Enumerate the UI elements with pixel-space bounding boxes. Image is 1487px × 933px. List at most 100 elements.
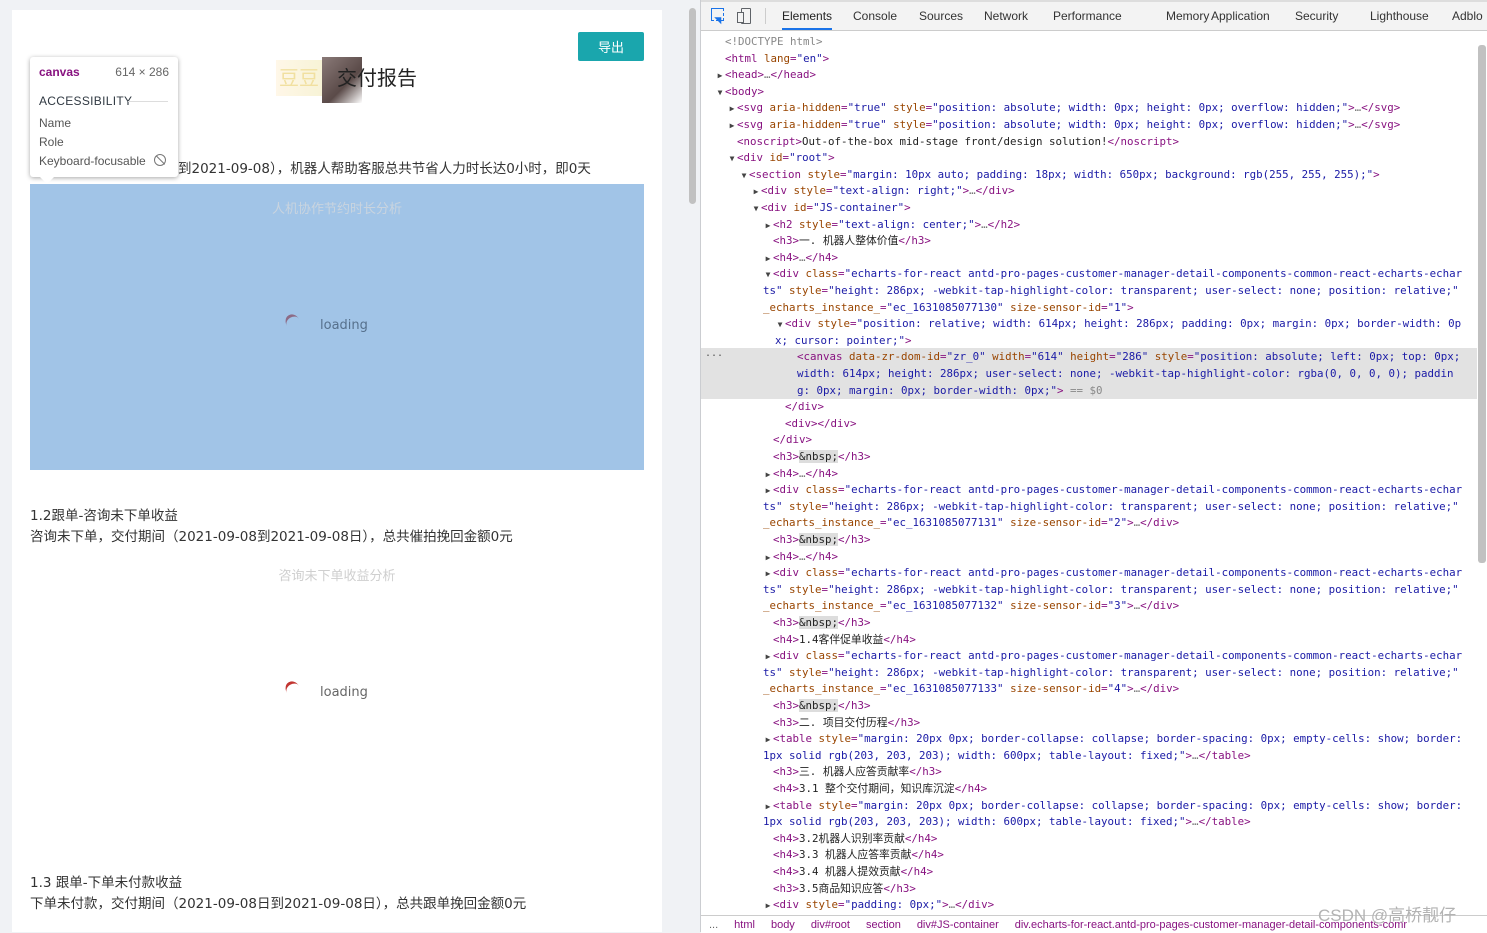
page-scrollbar[interactable] bbox=[689, 8, 696, 204]
tab-console[interactable]: Console bbox=[853, 2, 897, 30]
tab-performance[interactable]: Performance bbox=[1053, 2, 1122, 30]
dom-node[interactable]: <h4>1.4客伴促单收益</h4> bbox=[701, 631, 1477, 648]
dom-node-markup: <div class="echarts-for-react antd-pro-p… bbox=[773, 566, 1463, 579]
device-toolbar-icon[interactable] bbox=[737, 8, 753, 24]
breadcrumb-item[interactable]: section bbox=[858, 916, 909, 931]
dom-node-markup: _echarts_instance_="ec_1631085077130" si… bbox=[763, 301, 1134, 314]
dom-node[interactable]: <html lang="en"> bbox=[701, 50, 1477, 67]
dom-node[interactable]: <h4>3.4 机器人提效贡献</h4> bbox=[701, 863, 1477, 880]
dom-node[interactable]: ▼ <div id="JS-container"> bbox=[701, 199, 1477, 216]
dom-node[interactable]: ▼ <div class="echarts-for-react antd-pro-… bbox=[701, 265, 1477, 282]
dom-node[interactable]: <h3>3.5商品知识应答</h3> bbox=[701, 880, 1477, 897]
dom-node[interactable]: <h4>3.3 机器人应答率贡献</h4> bbox=[701, 846, 1477, 863]
expand-down-icon[interactable]: ▼ bbox=[775, 316, 785, 333]
chart-title: 人机协作节约时长分析 bbox=[271, 202, 402, 217]
dom-node[interactable]: ▶ <h4>…</h4> bbox=[701, 548, 1477, 565]
tab-lighthouse[interactable]: Lighthouse bbox=[1370, 2, 1429, 30]
dom-node[interactable]: _echarts_instance_="ec_1631085077131" si… bbox=[701, 514, 1477, 531]
dom-node[interactable]: ▶ <div class="echarts-for-react antd-pro-… bbox=[701, 564, 1477, 581]
expand-right-icon[interactable]: ▶ bbox=[763, 731, 773, 748]
dom-node[interactable]: <h3>&nbsp;</h3> bbox=[701, 448, 1477, 465]
tooltip-accessibility-heading: ACCESSIBILITY bbox=[39, 94, 133, 108]
dom-node[interactable]: </div> bbox=[701, 431, 1477, 448]
dom-node[interactable]: ▼ <section style="margin: 10px auto; padd… bbox=[701, 166, 1477, 183]
dom-node[interactable]: <h4>3.1 整个交付期间，知识库沉淀</h4> bbox=[701, 780, 1477, 797]
dom-node[interactable]: <div></div> bbox=[701, 415, 1477, 432]
dom-node[interactable]: x; cursor: pointer;"> bbox=[701, 332, 1477, 349]
dom-node[interactable]: ts" style="height: 286px; -webkit-tap-hi… bbox=[701, 664, 1477, 681]
chart-canvas[interactable]: 咨询未下单收益分析 loading bbox=[30, 551, 644, 837]
expand-right-icon[interactable]: ▶ bbox=[751, 183, 761, 200]
dom-node[interactable]: ▶ <table style="margin: 20px 0px; border-… bbox=[701, 797, 1477, 814]
dom-node-selected[interactable]: width: 614px; height: 286px; user-select… bbox=[701, 365, 1477, 382]
dom-node[interactable]: ts" style="height: 286px; -webkit-tap-hi… bbox=[701, 581, 1477, 598]
dom-node[interactable]: ▼ <div id="root"> bbox=[701, 149, 1477, 166]
dom-node[interactable]: ▼ <body> bbox=[701, 83, 1477, 100]
dom-node[interactable]: <h3>&nbsp;</h3> bbox=[701, 614, 1477, 631]
dom-node[interactable]: ▶ <h2 style="text-align: center;">…</h2> bbox=[701, 216, 1477, 233]
breadcrumb-item[interactable]: div#JS-container bbox=[909, 916, 1007, 931]
dom-node[interactable]: <h3>&nbsp;</h3> bbox=[701, 531, 1477, 548]
dom-node[interactable]: <h3>二. 项目交付历程</h3> bbox=[701, 714, 1477, 731]
expand-right-icon[interactable]: ▶ bbox=[763, 897, 773, 914]
dom-node-markup: <h2 style="text-align: center;">…</h2> bbox=[773, 218, 1021, 231]
expand-down-icon[interactable]: ▼ bbox=[763, 266, 773, 283]
expand-right-icon[interactable]: ▶ bbox=[727, 117, 737, 134]
dom-node[interactable]: _echarts_instance_="ec_1631085077132" si… bbox=[701, 597, 1477, 614]
dom-node[interactable]: <h3>&nbsp;</h3> bbox=[701, 697, 1477, 714]
dom-node[interactable]: <noscript>Out-of-the-box mid-stage front… bbox=[701, 133, 1477, 150]
expand-right-icon[interactable]: ▶ bbox=[763, 565, 773, 582]
expand-down-icon[interactable]: ▼ bbox=[727, 150, 737, 167]
dom-node[interactable]: ▶ <svg aria-hidden="true" style="position… bbox=[701, 99, 1477, 116]
elements-dom-tree[interactable]: <!DOCTYPE html> <html lang="en"> ▶ <head>…<… bbox=[701, 31, 1477, 915]
tab-application[interactable]: Application bbox=[1211, 2, 1270, 30]
dom-node[interactable]: 1px solid rgb(203, 203, 203); width: 600… bbox=[701, 813, 1477, 830]
dom-node[interactable]: 1px solid rgb(203, 203, 203); width: 600… bbox=[701, 747, 1477, 764]
dom-node[interactable]: _echarts_instance_="ec_1631085077130" si… bbox=[701, 299, 1477, 316]
breadcrumb-item[interactable]: ... bbox=[701, 916, 726, 931]
dom-tree-scrollbar[interactable] bbox=[1478, 45, 1486, 563]
dom-node[interactable]: <h3>三. 机器人应答贡献率</h3> bbox=[701, 763, 1477, 780]
dom-node-selected[interactable]: <canvas data-zr-dom-id="zr_0" width="614… bbox=[701, 348, 1477, 365]
dom-node-markup: 1px solid rgb(203, 203, 203); width: 600… bbox=[763, 815, 1251, 828]
dom-node-markup: <h3>三. 机器人应答贡献率</h3> bbox=[773, 765, 942, 778]
tab-adblo[interactable]: Adblo bbox=[1452, 2, 1483, 30]
export-button[interactable]: 导出 bbox=[578, 32, 644, 61]
dom-node[interactable]: ▶ <head>…</head> bbox=[701, 66, 1477, 83]
breadcrumb-item[interactable]: div#root bbox=[803, 916, 858, 931]
dom-node[interactable]: ts" style="height: 286px; -webkit-tap-hi… bbox=[701, 282, 1477, 299]
dom-node[interactable]: ▶ <h4>…</h4> bbox=[701, 249, 1477, 266]
dom-node[interactable]: ▶ <div class="echarts-for-react antd-pro-… bbox=[701, 647, 1477, 664]
expand-right-icon[interactable]: ▶ bbox=[715, 67, 725, 84]
dom-node[interactable]: ts" style="height: 286px; -webkit-tap-hi… bbox=[701, 498, 1477, 515]
tab-sources[interactable]: Sources bbox=[919, 2, 963, 30]
dom-node[interactable]: <h3>一. 机器人整体价值</h3> bbox=[701, 232, 1477, 249]
chart-canvas-highlighted[interactable]: 人机协作节约时长分析 loading bbox=[30, 184, 644, 470]
dom-node-markup: <svg aria-hidden="true" style="position:… bbox=[737, 101, 1401, 114]
expand-down-icon[interactable]: ▼ bbox=[751, 200, 761, 217]
dom-node[interactable]: <!DOCTYPE html> bbox=[701, 33, 1477, 50]
tab-memory[interactable]: Memory bbox=[1166, 2, 1209, 30]
inspect-element-icon[interactable] bbox=[711, 8, 727, 25]
breadcrumb-item[interactable]: body bbox=[763, 916, 803, 931]
dom-node[interactable]: </div> bbox=[701, 398, 1477, 415]
dom-node[interactable]: <h4>3.2机器人识别率贡献</h4> bbox=[701, 830, 1477, 847]
tab-elements[interactable]: Elements bbox=[782, 2, 833, 30]
dom-node-selected[interactable]: g: 0px; margin: 0px; border-width: 0px;"… bbox=[701, 382, 1477, 399]
tab-network[interactable]: Network bbox=[984, 2, 1028, 30]
tab-security[interactable]: Security bbox=[1295, 2, 1338, 30]
expand-right-icon[interactable]: ▶ bbox=[763, 482, 773, 499]
dom-node[interactable]: ▶ <div class="echarts-for-react antd-pro-… bbox=[701, 481, 1477, 498]
breadcrumb-item[interactable]: html bbox=[726, 916, 763, 931]
dom-node[interactable]: ▶ <svg aria-hidden="true" style="position… bbox=[701, 116, 1477, 133]
expand-right-icon[interactable]: ▶ bbox=[763, 648, 773, 665]
expand-right-icon[interactable]: ▶ bbox=[727, 100, 737, 117]
dom-node-markup: <h4>3.3 机器人应答率贡献</h4> bbox=[773, 848, 944, 861]
dom-node[interactable]: ▶ <div style="text-align: right;">…</div> bbox=[701, 182, 1477, 199]
dom-node[interactable]: ▼ <div style="position: relative; width: … bbox=[701, 315, 1477, 332]
more-options-icon[interactable]: ... bbox=[705, 348, 723, 359]
dom-node[interactable]: ▶ <table style="margin: 20px 0px; border-… bbox=[701, 730, 1477, 747]
dom-node-markup: _echarts_instance_="ec_1631085077132" si… bbox=[763, 599, 1180, 612]
dom-node[interactable]: ▶ <h4>…</h4> bbox=[701, 465, 1477, 482]
dom-node[interactable]: _echarts_instance_="ec_1631085077133" si… bbox=[701, 680, 1477, 697]
